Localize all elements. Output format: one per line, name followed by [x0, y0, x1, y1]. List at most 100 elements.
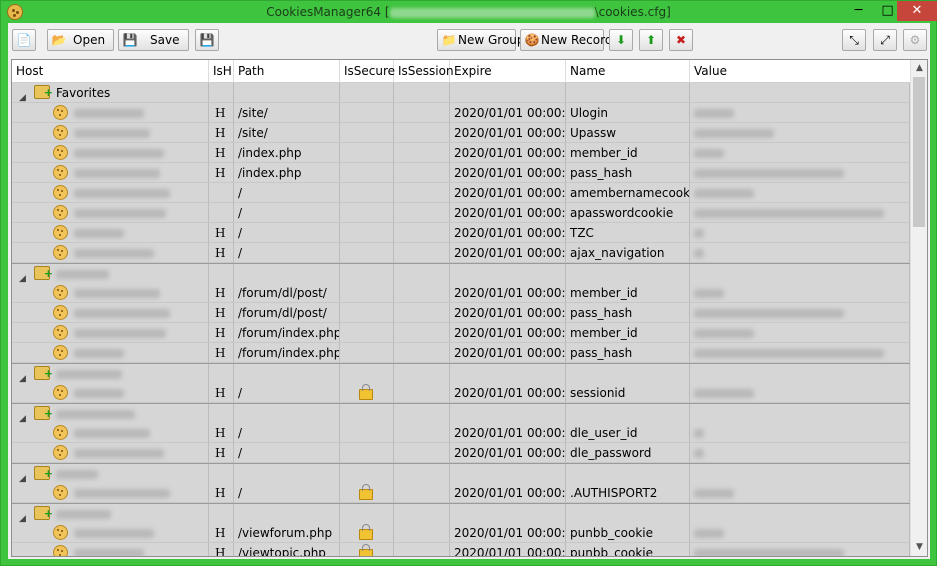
settings-button[interactable]: ⚙: [903, 29, 927, 51]
group-host-cell[interactable]: ◢: [12, 504, 209, 524]
column-header-expire[interactable]: Expire: [450, 60, 566, 82]
cookie-row[interactable]: H/site/2020/01/01 00:00:00Upassw: [12, 123, 910, 143]
group-empty-cell[interactable]: [566, 364, 690, 384]
cookie-host-cell[interactable]: [12, 383, 209, 403]
ish-cell[interactable]: H: [209, 423, 234, 443]
issecure-cell[interactable]: [340, 523, 394, 543]
group-empty-cell[interactable]: [690, 83, 910, 103]
group-empty-cell[interactable]: [690, 404, 910, 424]
save-as-button[interactable]: 💾: [195, 29, 219, 51]
cookie-host-cell[interactable]: [12, 143, 209, 163]
path-cell[interactable]: /site/: [234, 123, 340, 143]
cookie-row[interactable]: H/viewtopic.php 2020/01/01 00:00:00punbb_…: [12, 543, 910, 556]
value-cell[interactable]: [690, 123, 910, 143]
group-host-cell[interactable]: ◢: [12, 264, 209, 284]
ish-cell[interactable]: H: [209, 323, 234, 343]
group-empty-cell[interactable]: [340, 464, 394, 484]
column-header-path[interactable]: Path: [234, 60, 340, 82]
collapse-all-button[interactable]: ⤡: [842, 29, 866, 51]
value-cell[interactable]: [690, 523, 910, 543]
name-cell[interactable]: Upassw: [566, 123, 690, 143]
expand-triangle-icon[interactable]: ◢: [19, 409, 26, 423]
expire-cell[interactable]: 2020/01/01 00:00:00: [450, 523, 566, 543]
expire-cell[interactable]: 2020/01/01 00:00:00: [450, 483, 566, 503]
cookie-row[interactable]: H/ 2020/01/01 00:00:00dle_user_id: [12, 423, 910, 443]
group-empty-cell[interactable]: [340, 264, 394, 284]
group-empty-cell[interactable]: [690, 364, 910, 384]
value-cell[interactable]: [690, 143, 910, 163]
path-cell[interactable]: /site/: [234, 103, 340, 123]
cookie-host-cell[interactable]: [12, 243, 209, 263]
issession-cell[interactable]: [394, 343, 450, 363]
name-cell[interactable]: sessionid: [566, 383, 690, 403]
issession-cell[interactable]: [394, 523, 450, 543]
group-empty-cell[interactable]: [394, 504, 450, 524]
group-empty-cell[interactable]: [234, 83, 340, 103]
value-cell[interactable]: [690, 383, 910, 403]
value-cell[interactable]: [690, 283, 910, 303]
name-cell[interactable]: amembernamecookie: [566, 183, 690, 203]
new-record-button[interactable]: 🍪 New Record: [520, 29, 612, 51]
name-cell[interactable]: pass_hash: [566, 303, 690, 323]
issession-cell[interactable]: [394, 303, 450, 323]
cookie-host-cell[interactable]: [12, 543, 209, 556]
ish-cell[interactable]: H: [209, 383, 234, 403]
issession-cell[interactable]: [394, 103, 450, 123]
group-empty-cell[interactable]: [690, 464, 910, 484]
cookie-row[interactable]: H/forum/index.php 2020/01/01 00:00:00pass…: [12, 343, 910, 363]
group-empty-cell[interactable]: [566, 83, 690, 103]
title-bar[interactable]: CookiesManager64 [\cookies.cfg] ─ □ ✕: [1, 1, 937, 23]
name-cell[interactable]: member_id: [566, 283, 690, 303]
group-empty-cell[interactable]: [566, 404, 690, 424]
path-cell[interactable]: /forum/dl/post/: [234, 283, 340, 303]
issecure-cell[interactable]: [340, 123, 394, 143]
path-cell[interactable]: /forum/index.php: [234, 343, 340, 363]
cookie-host-cell[interactable]: [12, 423, 209, 443]
path-cell[interactable]: /index.php: [234, 143, 340, 163]
issecure-cell[interactable]: [340, 203, 394, 223]
path-cell[interactable]: /index.php: [234, 163, 340, 183]
path-cell[interactable]: /: [234, 383, 340, 403]
group-empty-cell[interactable]: [394, 404, 450, 424]
issession-cell[interactable]: [394, 183, 450, 203]
scroll-down-arrow-icon[interactable]: ▼: [911, 539, 927, 556]
group-row[interactable]: ◢: [12, 503, 910, 524]
issecure-cell[interactable]: [340, 223, 394, 243]
group-empty-cell[interactable]: [690, 264, 910, 284]
cookie-host-cell[interactable]: [12, 123, 209, 143]
expire-cell[interactable]: 2020/01/01 00:00:00: [450, 243, 566, 263]
cookie-row[interactable]: H/ 2020/01/01 00:00:00.AUTHISPORT2: [12, 483, 910, 503]
group-empty-cell[interactable]: [450, 504, 566, 524]
cookie-row[interactable]: H/index.php 2020/01/01 00:00:00member_id: [12, 143, 910, 163]
path-cell[interactable]: /: [234, 183, 340, 203]
issecure-cell[interactable]: [340, 423, 394, 443]
cookie-row[interactable]: H/site/2020/01/01 00:00:00Ulogin: [12, 103, 910, 123]
value-cell[interactable]: [690, 543, 910, 556]
expire-cell[interactable]: 2020/01/01 00:00:00: [450, 543, 566, 556]
issession-cell[interactable]: [394, 483, 450, 503]
cookies-grid[interactable]: Host IsH Path IsSecure IsSession Expire …: [11, 59, 928, 557]
expire-cell[interactable]: 2020/01/01 00:00:00: [450, 303, 566, 323]
column-header-issecure[interactable]: IsSecure: [340, 60, 395, 82]
ish-cell[interactable]: H: [209, 123, 234, 143]
group-empty-cell[interactable]: [450, 83, 566, 103]
expire-cell[interactable]: 2020/01/01 00:00:00: [450, 343, 566, 363]
ish-cell[interactable]: H: [209, 243, 234, 263]
group-empty-cell[interactable]: [209, 404, 234, 424]
group-row[interactable]: ◢: [12, 263, 910, 284]
group-host-cell[interactable]: ◢ Favorites: [12, 83, 209, 103]
group-empty-cell[interactable]: [394, 264, 450, 284]
ish-cell[interactable]: H: [209, 443, 234, 463]
value-cell[interactable]: [690, 103, 910, 123]
expire-cell[interactable]: 2020/01/01 00:00:00: [450, 443, 566, 463]
issession-cell[interactable]: [394, 423, 450, 443]
group-empty-cell[interactable]: [340, 83, 394, 103]
value-cell[interactable]: [690, 163, 910, 183]
path-cell[interactable]: /viewforum.php: [234, 523, 340, 543]
expire-cell[interactable]: 2020/01/01 00:00:00: [450, 163, 566, 183]
column-header-ish[interactable]: IsH: [209, 60, 234, 82]
ish-cell[interactable]: H: [209, 343, 234, 363]
path-cell[interactable]: /: [234, 243, 340, 263]
expand-triangle-icon[interactable]: ◢: [19, 269, 26, 283]
cookie-host-cell[interactable]: [12, 523, 209, 543]
